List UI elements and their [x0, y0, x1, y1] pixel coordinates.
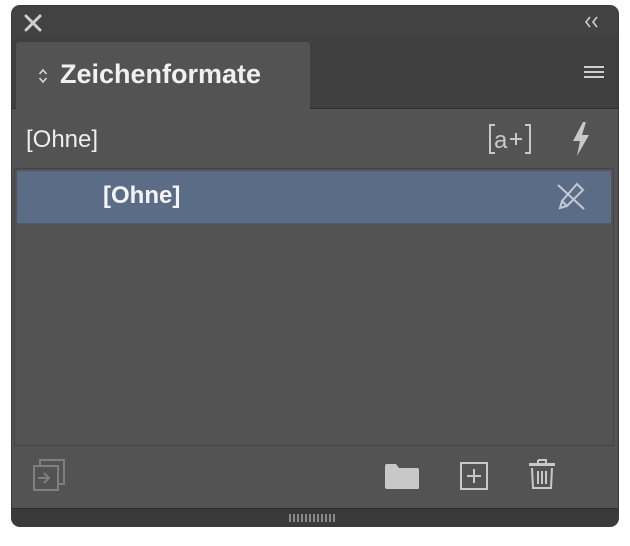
character-styles-panel: Zeichenformate [Ohne] a [Ohne] [12, 6, 618, 526]
close-button[interactable] [24, 14, 42, 32]
bracket-a-plus-icon: a [489, 124, 531, 154]
tab-bar: Zeichenformate [12, 38, 618, 109]
folder-icon [385, 464, 419, 489]
tab-zeichenformate[interactable]: Zeichenformate [16, 42, 310, 109]
tab-title: Zeichenformate [60, 59, 262, 89]
lightning-bolt-icon [573, 122, 589, 156]
new-style-group-button[interactable] [384, 462, 420, 495]
bracket-a-plus-button[interactable]: a [488, 120, 532, 158]
load-styles-icon [33, 459, 65, 491]
panel-titlebar [12, 6, 618, 38]
trash-icon [529, 459, 555, 489]
no-edit-pencil-icon [557, 182, 585, 210]
styles-list: [Ohne] [14, 168, 614, 446]
current-style-label: [Ohne] [26, 126, 99, 153]
list-item[interactable]: [Ohne] [17, 171, 611, 224]
grip-icon [289, 514, 335, 522]
resize-handle[interactable] [12, 508, 618, 526]
load-styles-button[interactable] [32, 458, 66, 497]
collapse-panel-button[interactable] [584, 15, 600, 29]
delete-style-button[interactable] [528, 458, 556, 495]
list-item-label: [Ohne] [103, 182, 181, 209]
quick-apply-button[interactable] [568, 120, 594, 158]
close-icon [24, 14, 42, 32]
plus-square-icon [460, 462, 488, 490]
svg-text:a: a [494, 127, 508, 154]
double-chevron-left-icon [584, 16, 598, 28]
hamburger-menu-icon [584, 66, 604, 78]
panel-menu-button[interactable] [584, 65, 604, 79]
up-down-arrows-icon [38, 68, 48, 84]
new-style-button[interactable] [459, 461, 489, 496]
